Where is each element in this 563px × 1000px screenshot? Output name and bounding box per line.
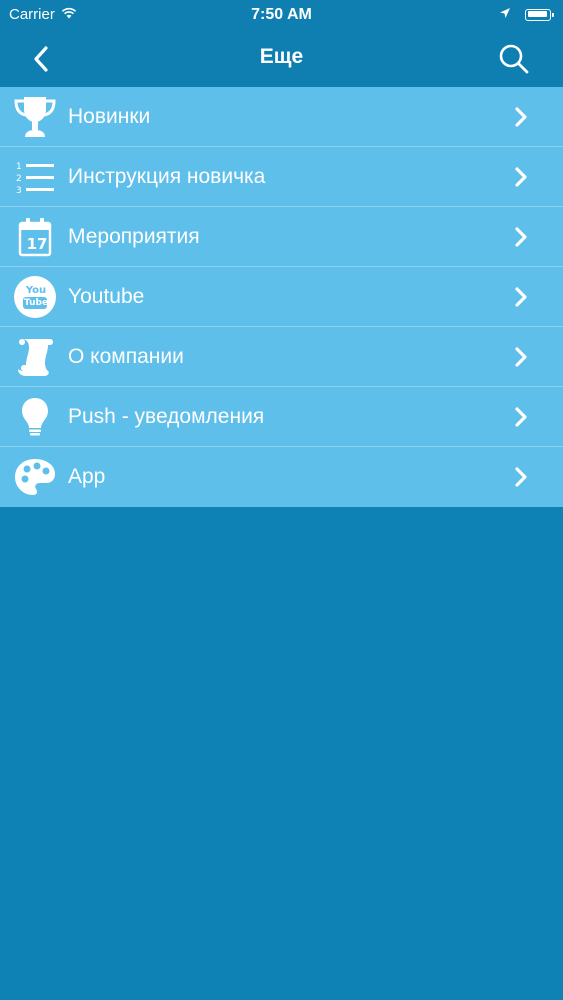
- svg-text:2: 2: [16, 174, 22, 184]
- menu-item-label: О компании: [68, 344, 184, 368]
- navigation-bar: Еще: [0, 30, 563, 87]
- chevron-right-icon: [511, 466, 531, 488]
- battery-icon: [525, 8, 554, 21]
- page-title: Еще: [259, 45, 304, 68]
- lightbulb-icon: [12, 394, 58, 440]
- location-arrow-icon: [499, 6, 511, 23]
- menu-item-label: Push - уведомления: [68, 404, 265, 428]
- chevron-right-icon: [511, 166, 531, 188]
- chevron-right-icon: [511, 106, 531, 128]
- palette-icon: [12, 454, 58, 500]
- menu-item-label: Youtube: [68, 284, 145, 308]
- status-right: [499, 6, 554, 23]
- search-button[interactable]: [495, 40, 533, 78]
- menu-item-label: Инструкция новичка: [68, 164, 266, 188]
- trophy-icon: [12, 94, 58, 140]
- svg-text:3: 3: [16, 186, 22, 194]
- scroll-icon: [12, 334, 58, 380]
- numbered-list-icon: 1 2 3: [12, 154, 58, 200]
- chevron-right-icon: [511, 226, 531, 248]
- youtube-icon: [12, 274, 58, 320]
- menu-item-push-notifications[interactable]: Push - уведомления: [0, 387, 563, 447]
- svg-text:1: 1: [16, 162, 22, 172]
- chevron-right-icon: [511, 406, 531, 428]
- search-icon: [499, 44, 529, 74]
- chevron-right-icon: [511, 346, 531, 368]
- status-time: 7:50 AM: [251, 6, 312, 23]
- menu-item-events[interactable]: Мероприятия: [0, 207, 563, 267]
- menu-item-beginner-guide[interactable]: 1 2 3 Инструкция новичка: [0, 147, 563, 207]
- menu-item-about-company[interactable]: О компании: [0, 327, 563, 387]
- menu-item-label: Мероприятия: [68, 224, 200, 248]
- menu-item-label: Новинки: [68, 104, 151, 128]
- menu-item-new[interactable]: Новинки: [0, 87, 563, 147]
- menu-item-label: App: [68, 465, 106, 488]
- chevron-right-icon: [511, 286, 531, 308]
- menu-item-app[interactable]: App: [0, 447, 563, 507]
- menu-item-youtube[interactable]: Youtube: [0, 267, 563, 327]
- calendar-icon: [12, 214, 58, 260]
- menu-list: Новинки 1 2 3 Инструкция новичка Меропри…: [0, 87, 563, 507]
- status-bar: Carrier 7:50 AM: [0, 0, 563, 30]
